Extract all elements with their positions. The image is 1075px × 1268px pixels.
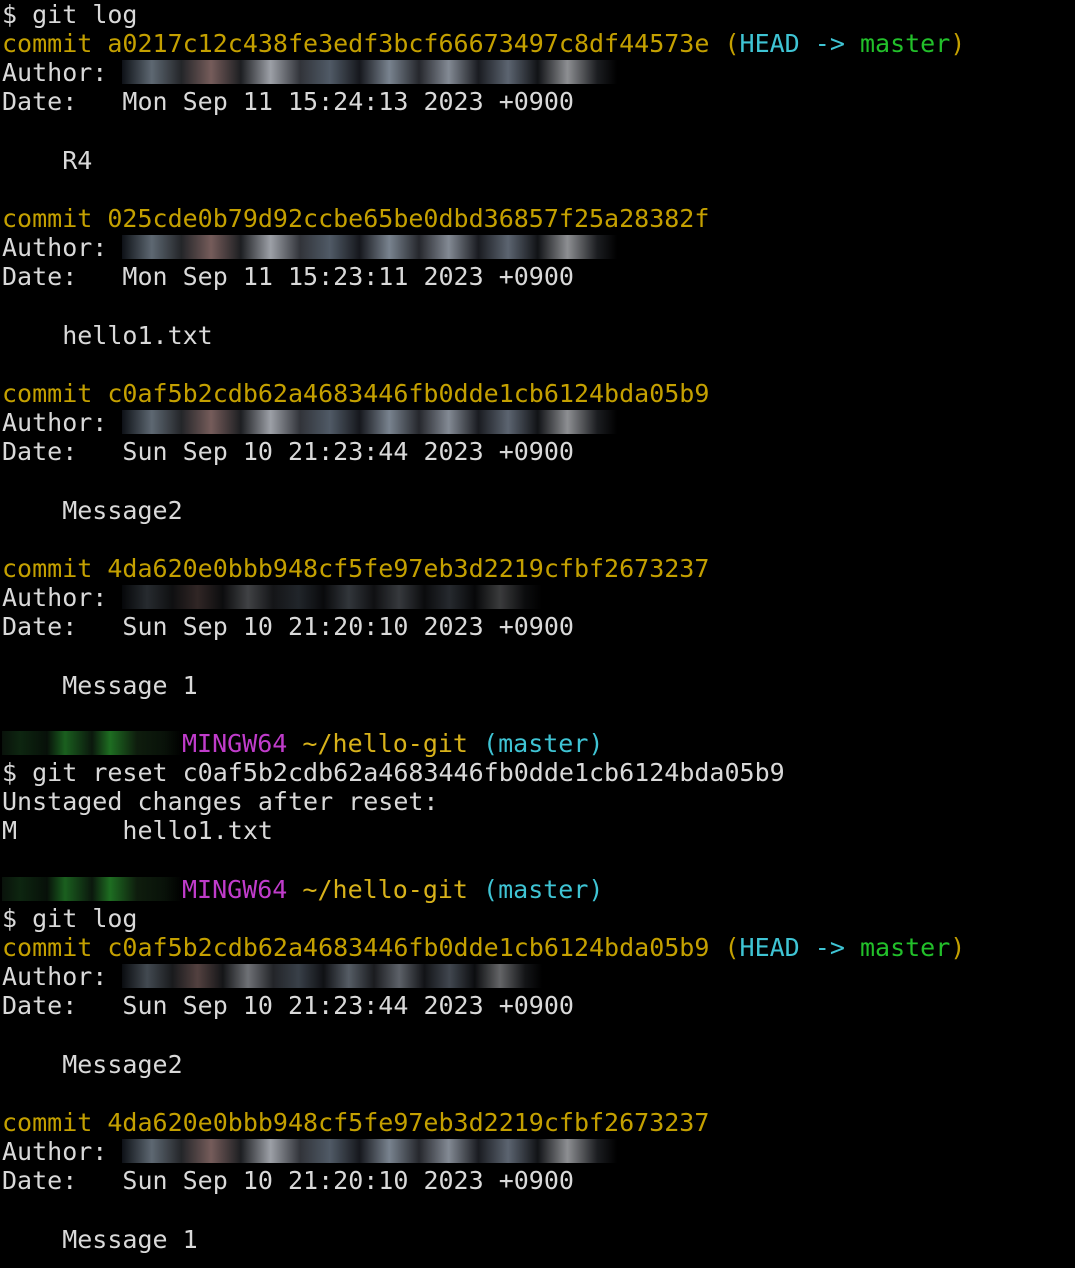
date-value: Sun Sep 10 21:20:10 2023 +0900	[122, 1166, 574, 1195]
redacted-user-host	[2, 731, 182, 755]
prompt-line: $ git log	[2, 0, 137, 29]
commit-line: commit 025cde0b79d92ccbe65be0dbd36857f25…	[2, 204, 709, 233]
commit-keyword: commit	[2, 29, 108, 58]
author-label: Author:	[2, 962, 123, 991]
command-text: git log	[32, 904, 138, 933]
commit-message: Message 1	[2, 671, 198, 700]
commit-keyword: commit	[2, 1108, 108, 1137]
redacted-author	[122, 964, 543, 988]
terminal-window[interactable]: $ git log commit a0217c12c438fe3edf3bcf6…	[0, 0, 1075, 1268]
date-value: Sun Sep 10 21:23:44 2023 +0900	[122, 991, 574, 1020]
ref-paren-open: (	[709, 933, 740, 962]
redacted-user-host	[2, 877, 182, 901]
branch-ref: master	[859, 933, 951, 962]
branch-ref: master	[859, 29, 951, 58]
date-label: Date:	[2, 87, 123, 116]
prompt-symbol: $	[2, 0, 33, 29]
author-label: Author:	[2, 58, 123, 87]
author-label: Author:	[2, 583, 123, 612]
commit-line: commit c0af5b2cdb62a4683446fb0dde1cb6124…	[2, 933, 965, 962]
command-text: git reset c0af5b2cdb62a4683446fb0dde1cb6…	[32, 758, 785, 787]
date-line: Date: Sun Sep 10 21:23:44 2023 +0900	[2, 437, 574, 466]
date-line: Date: Sun Sep 10 21:20:10 2023 +0900	[2, 1166, 574, 1195]
date-label: Date:	[2, 262, 123, 291]
output-line: Unstaged changes after reset:	[2, 787, 439, 816]
date-line: Date: Mon Sep 11 15:24:13 2023 +0900	[2, 87, 574, 116]
commit-hash: c0af5b2cdb62a4683446fb0dde1cb6124bda05b9	[107, 379, 710, 408]
date-value: Mon Sep 11 15:23:11 2023 +0900	[122, 262, 574, 291]
redacted-author	[122, 60, 618, 84]
commit-hash: c0af5b2cdb62a4683446fb0dde1cb6124bda05b9	[107, 933, 710, 962]
date-line: Date: Sun Sep 10 21:20:10 2023 +0900	[2, 612, 574, 641]
date-value: Mon Sep 11 15:24:13 2023 +0900	[122, 87, 574, 116]
mingw-label: MINGW64	[182, 875, 288, 904]
git-branch-indicator: (master)	[467, 729, 604, 758]
author-line: Author:	[2, 962, 543, 991]
ref-paren-close: )	[950, 933, 966, 962]
status-line: M hello1.txt	[2, 816, 273, 845]
head-ref: HEAD	[739, 29, 800, 58]
prompt-symbol: $	[2, 904, 33, 933]
author-label: Author:	[2, 233, 123, 262]
commit-message: R4	[2, 146, 93, 175]
prompt-symbol: $	[2, 758, 33, 787]
status-file: hello1.txt	[17, 816, 273, 845]
commit-hash: 4da620e0bbb948cf5fe97eb3d2219cfbf2673237	[107, 554, 710, 583]
redacted-author	[122, 1139, 618, 1163]
redacted-author	[122, 235, 618, 259]
ref-paren-close: )	[950, 29, 966, 58]
cwd-path: ~/hello-git	[287, 729, 468, 758]
commit-message: hello1.txt	[2, 321, 213, 350]
commit-keyword: commit	[2, 379, 108, 408]
redacted-author	[122, 410, 618, 434]
author-line: Author:	[2, 1137, 618, 1166]
commit-line: commit 4da620e0bbb948cf5fe97eb3d2219cfbf…	[2, 554, 709, 583]
author-line: Author:	[2, 233, 618, 262]
date-value: Sun Sep 10 21:20:10 2023 +0900	[122, 612, 574, 641]
mingw-label: MINGW64	[182, 729, 288, 758]
commit-message: Message2	[2, 1050, 183, 1079]
git-branch-indicator: (master)	[467, 875, 604, 904]
commit-keyword: commit	[2, 554, 108, 583]
ref-paren-open: (	[709, 29, 740, 58]
commit-hash: 025cde0b79d92ccbe65be0dbd36857f25a28382f	[107, 204, 710, 233]
author-line: Author:	[2, 58, 618, 87]
date-label: Date:	[2, 437, 123, 466]
author-label: Author:	[2, 1137, 123, 1166]
commit-line: commit a0217c12c438fe3edf3bcf66673497c8d…	[2, 29, 965, 58]
date-line: Date: Mon Sep 11 15:23:11 2023 +0900	[2, 262, 574, 291]
date-value: Sun Sep 10 21:23:44 2023 +0900	[122, 437, 574, 466]
date-line: Date: Sun Sep 10 21:23:44 2023 +0900	[2, 991, 574, 1020]
prompt-line: $ git reset c0af5b2cdb62a4683446fb0dde1c…	[2, 758, 785, 787]
commit-keyword: commit	[2, 933, 108, 962]
redacted-author	[122, 585, 543, 609]
cwd-path: ~/hello-git	[287, 875, 468, 904]
shell-prompt-header: MINGW64 ~/hello-git (master)	[2, 875, 603, 904]
date-label: Date:	[2, 612, 123, 641]
shell-prompt-header: MINGW64 ~/hello-git (master)	[2, 729, 603, 758]
commit-keyword: commit	[2, 204, 108, 233]
status-code: M	[2, 816, 18, 845]
date-label: Date:	[2, 1166, 123, 1195]
commit-hash: a0217c12c438fe3edf3bcf66673497c8df44573e	[107, 29, 710, 58]
commit-message: Message 1	[2, 1225, 198, 1254]
ref-arrow: ->	[799, 29, 860, 58]
prompt-line: $ git log	[2, 904, 137, 933]
author-line: Author:	[2, 583, 543, 612]
head-ref: HEAD	[739, 933, 800, 962]
date-label: Date:	[2, 991, 123, 1020]
commit-line: commit 4da620e0bbb948cf5fe97eb3d2219cfbf…	[2, 1108, 709, 1137]
commit-message: Message2	[2, 496, 183, 525]
commit-line: commit c0af5b2cdb62a4683446fb0dde1cb6124…	[2, 379, 709, 408]
author-label: Author:	[2, 408, 123, 437]
commit-hash: 4da620e0bbb948cf5fe97eb3d2219cfbf2673237	[107, 1108, 710, 1137]
command-text: git log	[32, 0, 138, 29]
author-line: Author:	[2, 408, 618, 437]
ref-arrow: ->	[799, 933, 860, 962]
